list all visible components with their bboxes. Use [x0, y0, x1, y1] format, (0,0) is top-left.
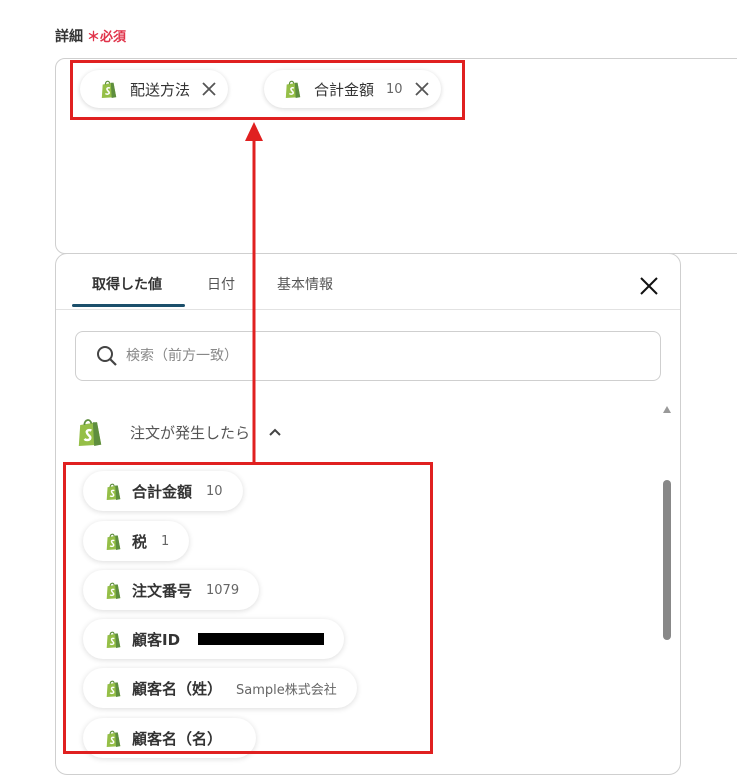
- annotation-arrow: [245, 122, 263, 462]
